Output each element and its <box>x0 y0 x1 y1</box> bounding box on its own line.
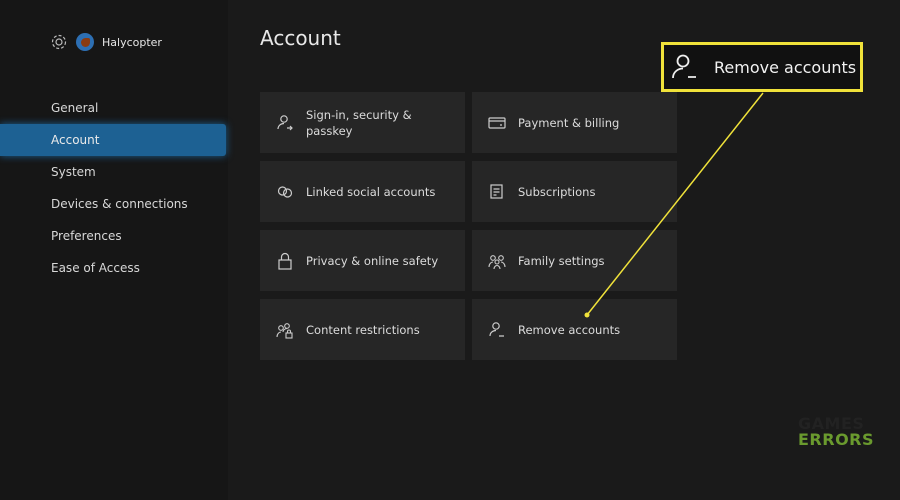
callout-label: Remove accounts <box>714 57 857 77</box>
annotation-callout: Remove accounts <box>661 42 863 92</box>
watermark-logo: GAMES ERRORS <box>798 414 875 449</box>
person-minus-icon <box>672 54 696 79</box>
